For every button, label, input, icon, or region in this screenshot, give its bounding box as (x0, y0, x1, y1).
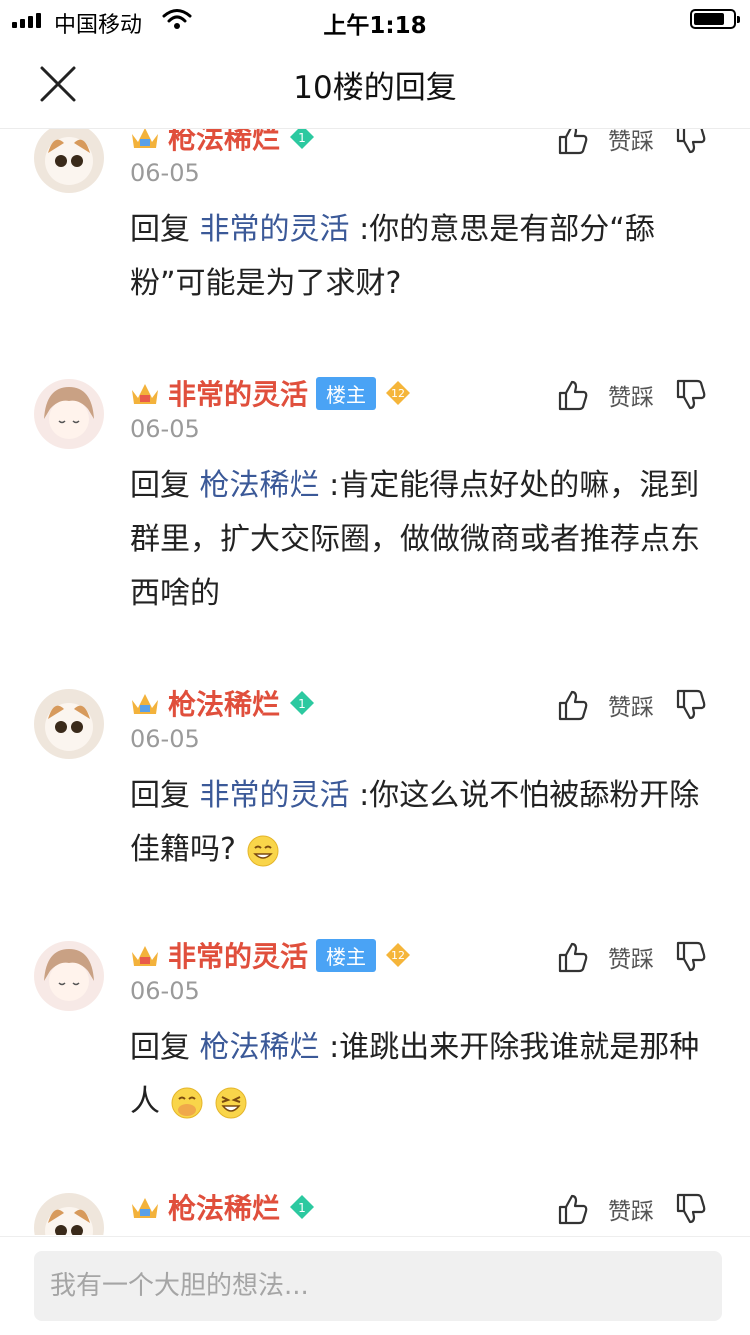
reply-actions: 赞踩 (556, 1191, 708, 1227)
reply-actions: 赞踩 (556, 939, 708, 975)
username[interactable]: 非常的灵活 (168, 935, 308, 975)
status-bar: 中国移动 上午1:18 (0, 0, 750, 40)
svg-text:1: 1 (298, 697, 306, 711)
crown-icon (132, 129, 158, 148)
page-title: 10楼的回复 (293, 70, 457, 106)
svg-text:1: 1 (298, 131, 306, 145)
grin-emoji-icon (247, 835, 279, 866)
crown-icon (132, 946, 158, 966)
battery-icon (690, 9, 740, 29)
thumbs-down-icon[interactable] (674, 688, 708, 722)
level-badge-icon: 12 (386, 381, 411, 405)
thumbs-down-icon[interactable] (674, 129, 708, 156)
cover-mouth-emoji-icon (171, 1087, 203, 1118)
level-badge-icon: 1 (290, 691, 315, 715)
post-date: 06-05 (130, 977, 200, 1005)
avatar[interactable] (34, 379, 104, 449)
status-time: 上午1:18 (323, 13, 427, 39)
user-info: 枪法稀烂 1 (130, 683, 316, 723)
host-badge: 楼主 (316, 376, 377, 410)
reply-actions: 赞踩 (556, 687, 708, 723)
level-badge-icon: 12 (386, 943, 411, 967)
post-date: 06-05 (130, 415, 200, 443)
crown-icon (132, 1198, 158, 1218)
thumbs-up-icon[interactable] (556, 129, 590, 156)
user-info: 枪法稀烂 1 (130, 129, 316, 157)
svg-text:12: 12 (391, 949, 405, 962)
like-dislike-label: 赞踩 (608, 129, 654, 155)
username[interactable]: 枪法稀烂 (168, 1187, 280, 1227)
reply-input-bar: 我有一个大胆的想法... (0, 1236, 750, 1335)
like-dislike-label: 赞踩 (608, 947, 654, 973)
username[interactable]: 非常的灵活 (168, 373, 308, 413)
thumbs-up-icon[interactable] (556, 1192, 590, 1226)
reply-input[interactable]: 我有一个大胆的想法... (34, 1251, 722, 1321)
reply-text: 回复 枪法稀烂 :肯定能得点好处的嘛，混到群里，扩大交际圈，做做微商或者推荐点东… (130, 468, 700, 611)
host-badge: 楼主 (316, 938, 377, 972)
user-info: 非常的灵活 楼主 12 (130, 935, 412, 975)
mention-link[interactable]: 枪法稀烂 (200, 1030, 320, 1065)
thumbs-up-icon[interactable] (556, 940, 590, 974)
mention-link[interactable]: 非常的灵活 (200, 778, 350, 813)
like-dislike-label: 赞踩 (608, 385, 654, 411)
avatar[interactable] (34, 1193, 104, 1235)
nav-bar: 10楼的回复 (0, 40, 750, 129)
level-badge-icon: 1 (290, 129, 315, 149)
reply-text: 回复 非常的灵活 :你的意思是有部分“舔粉”可能是为了求财? (130, 212, 655, 301)
like-dislike-label: 赞踩 (608, 1199, 654, 1225)
username[interactable]: 枪法稀烂 (168, 683, 280, 723)
mention-link[interactable]: 非常的灵活 (200, 212, 350, 247)
reply-text: 回复 枪法稀烂 :谁跳出来开除我谁就是那种人 (130, 1030, 700, 1119)
post-date: 06-05 (130, 725, 200, 753)
svg-text:12: 12 (391, 387, 405, 400)
avatar[interactable] (34, 129, 104, 193)
avatar[interactable] (34, 941, 104, 1011)
reply-actions: 赞踩 (556, 377, 708, 413)
thumbs-down-icon[interactable] (674, 1192, 708, 1226)
user-info: 非常的灵活 楼主 12 (130, 373, 412, 413)
mention-link[interactable]: 枪法稀烂 (200, 468, 320, 503)
thumbs-up-icon[interactable] (556, 688, 590, 722)
reply-actions: 赞踩 (556, 129, 708, 157)
reply-list[interactable]: 枪法稀烂 1 06-05 赞踩 回复 非常的灵活 :你的意思是有部分“舔粉”可能… (0, 129, 750, 1235)
level-badge-icon: 1 (290, 1195, 315, 1219)
thumbs-down-icon[interactable] (674, 378, 708, 412)
thumbs-down-icon[interactable] (674, 940, 708, 974)
reply-text: 回复 非常的灵活 :你这么说不怕被舔粉开除佳籍吗? (130, 778, 700, 867)
like-dislike-label: 赞踩 (608, 695, 654, 721)
crown-icon (132, 384, 158, 404)
username[interactable]: 枪法稀烂 (168, 129, 280, 157)
svg-text:1: 1 (298, 1201, 306, 1215)
user-info: 枪法稀烂 1 (130, 1187, 316, 1227)
crown-icon (132, 694, 158, 714)
avatar[interactable] (34, 689, 104, 759)
thumbs-up-icon[interactable] (556, 378, 590, 412)
post-date: 06-05 (130, 159, 200, 187)
laugh-emoji-icon (215, 1087, 247, 1118)
